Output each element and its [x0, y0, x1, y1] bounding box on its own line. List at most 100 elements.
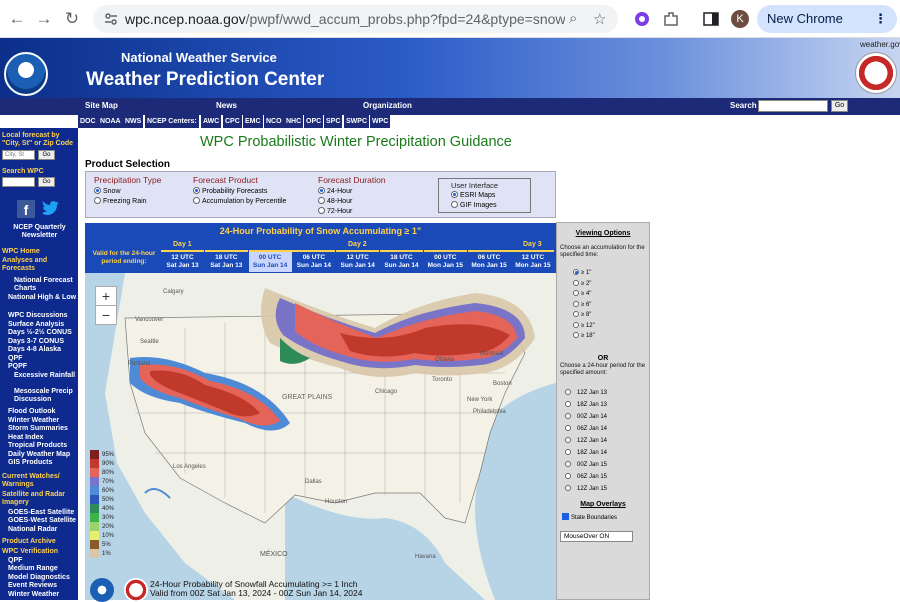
period-option-7[interactable]: 06Z Jan 15: [565, 473, 607, 480]
valid-time-2[interactable]: 00 UTC Sun Jan 14: [248, 250, 292, 272]
period-option-1[interactable]: 18Z Jan 13: [565, 401, 607, 408]
site-map-link[interactable]: Site Map: [85, 101, 118, 110]
organization-link[interactable]: Organization: [363, 101, 412, 110]
site-settings-icon[interactable]: [103, 11, 119, 27]
accum-option-3[interactable]: ≥ 6": [573, 300, 591, 308]
ncep-newsletter-link[interactable]: NCEP Quarterly Newsletter: [12, 224, 67, 240]
subnav-noaa[interactable]: NOAA: [98, 115, 123, 128]
weather-gov-link[interactable]: weather.gov: [860, 40, 900, 49]
sidebar-link[interactable]: GOES-West Satellite: [8, 517, 82, 525]
nws-logo[interactable]: [855, 52, 897, 94]
sidebar-link[interactable]: Heat Index: [8, 434, 82, 442]
valid-time-8[interactable]: 12 UTC Mon Jan 15: [511, 250, 555, 272]
center-name[interactable]: Weather Prediction Center: [86, 69, 324, 91]
sidebar-link[interactable]: Daily Weather Map: [8, 451, 82, 459]
site-search-go-button[interactable]: Go: [831, 100, 848, 112]
subnav-wpc[interactable]: WPC: [370, 115, 391, 128]
search-wpc-go-button[interactable]: Go: [38, 177, 55, 187]
back-icon[interactable]: ←: [7, 9, 27, 29]
side-panel-icon[interactable]: [702, 10, 720, 28]
sidebar-link[interactable]: WPC Home: [2, 248, 76, 256]
radio-24-hour[interactable]: 24-Hour: [318, 187, 386, 197]
search-wpc-input[interactable]: [2, 177, 35, 187]
valid-time-4[interactable]: 12 UTC Sun Jan 14: [336, 250, 380, 272]
noaa-logo[interactable]: [4, 52, 48, 96]
extension-icon[interactable]: [633, 10, 651, 28]
state-boundaries-checkbox[interactable]: State Boundaries: [562, 513, 617, 521]
radio-72-hour[interactable]: 72-Hour: [318, 207, 386, 217]
radio-48-hour[interactable]: 48-Hour: [318, 197, 386, 207]
sidebar-link[interactable]: Satellite and Radar Imagery: [2, 491, 76, 507]
sidebar-link[interactable]: QPF: [8, 355, 82, 363]
reload-icon[interactable]: ↻: [62, 9, 82, 29]
period-option-5[interactable]: 18Z Jan 14: [565, 449, 607, 456]
site-search-input[interactable]: [758, 100, 828, 112]
sidebar-link[interactable]: Event Reviews: [8, 582, 82, 590]
period-option-4[interactable]: 12Z Jan 14: [565, 437, 607, 444]
sidebar-link[interactable]: WPC Discussions: [8, 312, 82, 320]
radio-freezing-rain[interactable]: Freezing Rain: [94, 197, 161, 207]
radio-gif-images[interactable]: GIF Images: [451, 201, 530, 211]
sidebar-link[interactable]: WPC Verification: [2, 548, 76, 556]
valid-time-1[interactable]: 18 UTC Sat Jan 13: [204, 250, 248, 272]
valid-time-7[interactable]: 06 UTC Mon Jan 15: [467, 250, 511, 272]
sidebar-link[interactable]: Winter Weather: [8, 417, 82, 425]
bookmark-star-icon[interactable]: ☆: [593, 10, 606, 28]
period-option-3[interactable]: 06Z Jan 14: [565, 425, 607, 432]
radio-probability-forecasts[interactable]: Probability Forecasts: [193, 187, 286, 197]
valid-time-0[interactable]: 12 UTC Sat Jan 13: [161, 250, 204, 272]
facebook-icon[interactable]: f: [17, 200, 35, 218]
chrome-update-button[interactable]: New Chrome available⋮: [757, 5, 897, 54]
subnav-doc[interactable]: DOC: [78, 115, 98, 128]
twitter-icon[interactable]: [41, 200, 61, 218]
subnav-emc[interactable]: EMC: [243, 115, 263, 128]
accum-option-5[interactable]: ≥ 12": [573, 321, 595, 329]
sidebar-link[interactable]: Model Diagnostics: [8, 574, 82, 582]
sidebar-link[interactable]: Tropical Products: [8, 442, 82, 450]
subnav-awc[interactable]: AWC: [201, 115, 222, 128]
period-option-0[interactable]: 12Z Jan 13: [565, 389, 607, 396]
accum-option-0[interactable]: ≥ 1": [573, 269, 591, 276]
accum-option-2[interactable]: ≥ 4": [573, 290, 591, 297]
mouseover-select[interactable]: MouseOver ON: [560, 531, 633, 542]
sidebar-link[interactable]: GIS Products: [8, 459, 82, 467]
sidebar-link[interactable]: Storm Summaries: [8, 425, 82, 433]
accum-option-6[interactable]: ≥ 18": [573, 332, 595, 339]
radio-accumulation-percentile[interactable]: Accumulation by Percentile: [193, 197, 286, 207]
radio-snow[interactable]: Snow: [94, 187, 161, 197]
sidebar-link[interactable]: Medium Range: [8, 565, 82, 573]
zoom-in-button[interactable]: +: [95, 286, 117, 306]
sidebar-link[interactable]: National High & Low: [8, 294, 82, 302]
sidebar-link[interactable]: Product Archive: [2, 538, 76, 546]
sidebar-link[interactable]: QPF: [8, 557, 82, 565]
period-option-2[interactable]: 00Z Jan 14: [565, 413, 607, 420]
city-zip-input[interactable]: City, St: [2, 150, 35, 160]
period-option-6[interactable]: 00Z Jan 15: [565, 461, 607, 468]
subnav-spc[interactable]: SPC: [324, 115, 343, 128]
sidebar-link[interactable]: Excessive Rainfall: [14, 372, 88, 380]
valid-time-6[interactable]: 00 UTC Mon Jan 15: [423, 250, 467, 272]
sidebar-link[interactable]: Analyses and Forecasts: [2, 257, 76, 273]
sidebar-link[interactable]: Mesoscale Precip Discussion: [14, 388, 88, 404]
sidebar-link[interactable]: PQPF: [8, 363, 82, 371]
subnav-nco[interactable]: NCO: [264, 115, 284, 128]
zoom-out-button[interactable]: −: [95, 305, 117, 325]
sidebar-link[interactable]: GOES-East Satellite: [8, 509, 82, 517]
subnav-nws[interactable]: NWS: [123, 115, 144, 128]
menu-dots-icon[interactable]: ⋮: [874, 5, 887, 33]
sidebar-link[interactable]: Days ½-2½ CONUS: [8, 329, 82, 337]
sidebar-link[interactable]: Days 3-7 CONUS: [8, 338, 82, 346]
zoom-icon[interactable]: ⌕: [569, 10, 577, 27]
sidebar-link[interactable]: National Forecast Charts: [14, 277, 88, 293]
valid-time-3[interactable]: 06 UTC Sun Jan 14: [292, 250, 336, 272]
sidebar-link[interactable]: National Radar: [8, 526, 82, 534]
profile-avatar[interactable]: K: [731, 10, 749, 28]
accum-option-4[interactable]: ≥ 8": [573, 311, 591, 318]
period-option-8[interactable]: 12Z Jan 15: [565, 485, 607, 492]
sidebar-link[interactable]: Current Watches/ Warnings: [2, 473, 76, 489]
subnav-opc[interactable]: OPC: [304, 115, 324, 128]
sidebar-link[interactable]: Surface Analysis: [8, 321, 82, 329]
subnav-nhc[interactable]: NHC: [284, 115, 304, 128]
sidebar-link[interactable]: Flood Outlook: [8, 408, 82, 416]
extensions-puzzle-icon[interactable]: [662, 10, 680, 28]
